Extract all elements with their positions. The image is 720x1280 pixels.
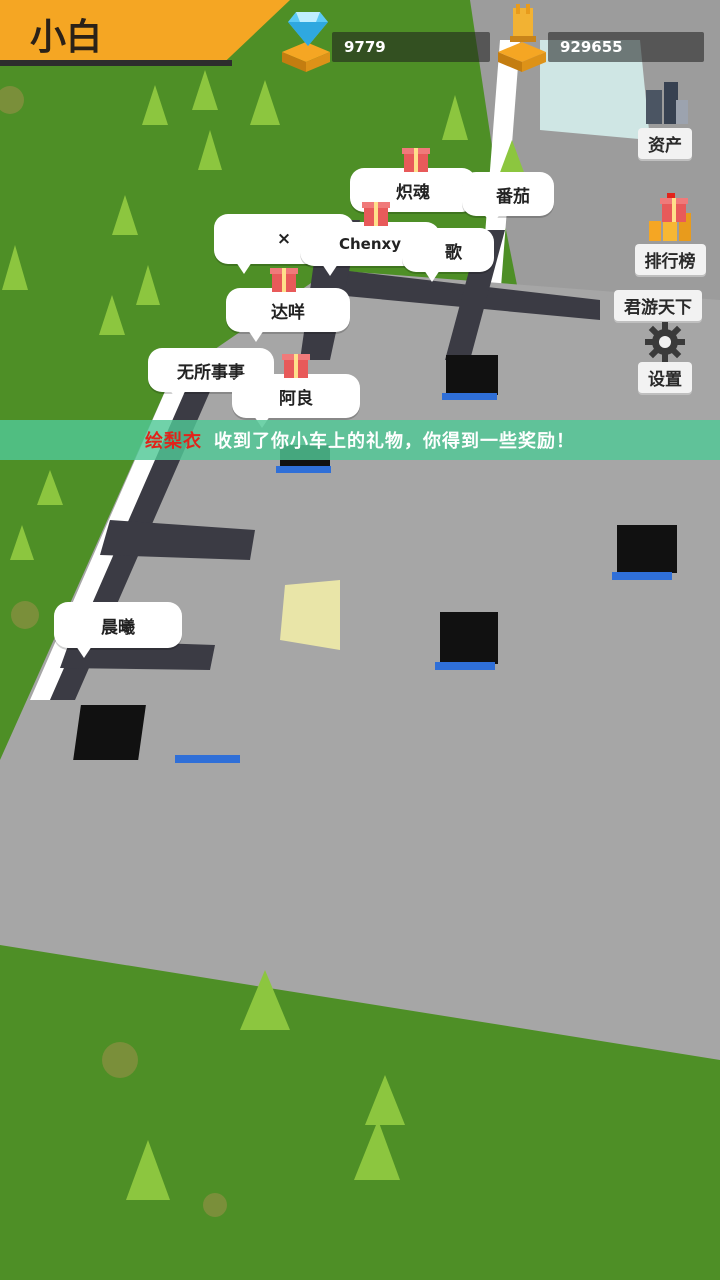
leaderboard-caption: 君游天下 — [614, 290, 702, 321]
player-bubble[interactable]: 晨曦 — [54, 602, 182, 658]
diamond-counter: 9779 — [282, 12, 492, 72]
car-base — [435, 662, 495, 670]
parked-car[interactable] — [442, 355, 498, 400]
settings-button[interactable]: 设置 — [630, 322, 700, 393]
car-body — [440, 612, 498, 664]
car-body — [446, 355, 498, 395]
diamond-pedestal — [282, 42, 330, 72]
player-bubble[interactable]: 阿良 — [232, 374, 360, 428]
gift-notification-banner: 绘梨衣 收到了你小车上的礼物，你得到一些奖励！ — [0, 420, 720, 460]
car-base — [442, 393, 497, 400]
diamond-count: 9779 — [332, 32, 490, 62]
gift-box-icon[interactable] — [402, 142, 430, 172]
car-base — [612, 572, 672, 580]
bubble-label: × — [276, 229, 292, 249]
car-body — [617, 525, 677, 573]
player-bubble[interactable]: 番茄 — [462, 172, 554, 226]
gift-box-icon[interactable] — [660, 192, 688, 222]
gold-counter: 929655 — [498, 4, 708, 72]
leaderboard-label: 排行榜 — [634, 244, 706, 275]
gift-box-icon[interactable] — [362, 196, 390, 226]
car-body — [73, 705, 146, 760]
gold-trophy-icon — [510, 4, 536, 42]
parked-car[interactable] — [435, 612, 498, 670]
assets-button[interactable]: 资产 — [630, 78, 700, 159]
empty-parking-slot[interactable] — [280, 580, 340, 650]
bubble-label: 番茄 — [496, 186, 530, 207]
bubble-label: 晨曦 — [101, 617, 135, 638]
bush — [11, 601, 39, 629]
bush — [102, 1042, 138, 1078]
bubble-label: 达咩 — [271, 302, 305, 323]
settings-label: 设置 — [638, 362, 692, 393]
bubble-label: Chenxy — [339, 235, 401, 253]
gold-count: 929655 — [548, 32, 704, 62]
gift-box-icon[interactable] — [282, 348, 310, 378]
notification-message: 收到了你小车上的礼物，你得到一些奖励！ — [214, 431, 575, 452]
notification-sender: 绘梨衣 — [145, 431, 202, 452]
gold-pedestal — [498, 42, 546, 72]
assets-icon — [646, 82, 688, 124]
gear-icon — [645, 322, 685, 362]
bubble-label: 炽魂 — [396, 182, 430, 203]
player-name: 小白 — [30, 17, 103, 58]
bush — [203, 1193, 227, 1217]
assets-label: 资产 — [638, 128, 692, 159]
header-edge — [0, 60, 232, 66]
diamond-icon — [288, 12, 328, 46]
car-base — [175, 755, 240, 763]
player-header: 小白 — [0, 0, 290, 66]
car-base — [276, 466, 331, 473]
slot-glow — [280, 580, 340, 650]
bubble-label: 歌 — [445, 242, 462, 263]
player-bubble[interactable]: 达咩 — [226, 288, 350, 342]
gift-box-icon[interactable] — [270, 262, 298, 292]
player-bubble[interactable]: 歌 — [402, 228, 494, 282]
parked-car[interactable] — [612, 525, 677, 580]
bubble-label: 阿良 — [279, 388, 313, 409]
